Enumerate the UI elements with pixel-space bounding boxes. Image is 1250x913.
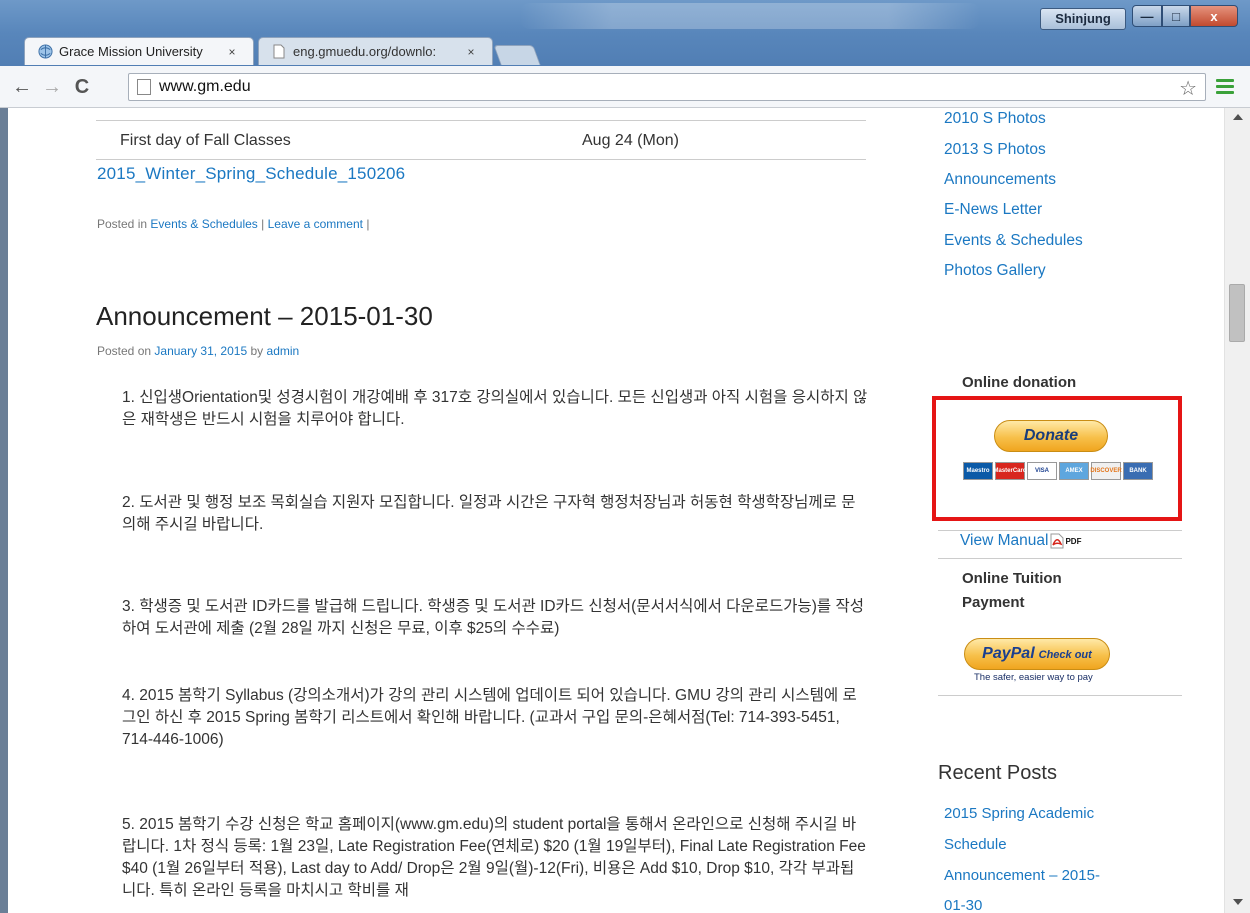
donate-button[interactable]: Donate bbox=[994, 420, 1108, 452]
announcement-item: 1. 신입생Orientation및 성경시험이 개강예배 후 317호 강의실… bbox=[122, 389, 868, 428]
close-window-button[interactable]: x bbox=[1190, 5, 1238, 27]
title-area bbox=[520, 3, 980, 29]
window-controls: — □ x bbox=[1132, 5, 1238, 29]
table-row bbox=[96, 108, 866, 121]
tab-strip: Grace Mission University × eng.gmuedu.or… bbox=[24, 37, 541, 65]
separator: | bbox=[362, 217, 370, 231]
author-link[interactable]: admin bbox=[267, 344, 300, 358]
tab-close-icon[interactable]: × bbox=[225, 45, 239, 59]
tab-title: Grace Mission University bbox=[59, 44, 203, 59]
view-manual[interactable]: View Manual PDF bbox=[960, 532, 1081, 550]
amex-card-icon: AMEX bbox=[1059, 462, 1089, 480]
user-badge[interactable]: Shinjung bbox=[1040, 8, 1126, 30]
payment-cards: Maestro MasterCard VISA AMEX DISCOVER BA… bbox=[963, 462, 1153, 480]
tuition-heading-line2: Payment bbox=[962, 594, 1025, 611]
announcement-item: 5. 2015 봄학기 수강 신청은 학교 홈페이지(www.gm.edu)의 … bbox=[122, 816, 866, 899]
post-meta: Posted on January 31, 2015 by admin bbox=[97, 344, 299, 358]
recent-post-link[interactable]: Schedule bbox=[944, 836, 1007, 853]
minimize-button[interactable]: — bbox=[1132, 5, 1162, 27]
paypal-brand: PayPal bbox=[982, 645, 1035, 662]
address-bar[interactable]: ☆ bbox=[128, 73, 1206, 101]
window-titlebar: Shinjung — □ x Grace Mission University … bbox=[0, 0, 1250, 76]
sidebar-link-2010-photos[interactable]: 2010 S Photos bbox=[944, 110, 1046, 128]
page-icon bbox=[137, 79, 151, 95]
sidebar-link-announcements[interactable]: Announcements bbox=[944, 171, 1056, 189]
sidebar-link-events[interactable]: Events & Schedules bbox=[944, 232, 1083, 250]
announcement-item: 3. 학생증 및 도서관 ID카드를 발급해 드립니다. 학생증 및 도서관 I… bbox=[122, 598, 864, 637]
tab-grace-mission[interactable]: Grace Mission University × bbox=[24, 37, 254, 65]
sidebar-link-enews[interactable]: E-News Letter bbox=[944, 201, 1042, 219]
post-title[interactable]: Announcement – 2015-01-30 bbox=[96, 301, 433, 332]
recent-post-link[interactable]: 01-30 bbox=[944, 897, 982, 913]
back-button[interactable]: ← bbox=[10, 75, 34, 99]
bookmark-star-icon[interactable]: ☆ bbox=[1179, 76, 1197, 101]
recent-posts-heading: Recent Posts bbox=[938, 762, 1057, 784]
new-tab-button[interactable] bbox=[493, 45, 541, 65]
pdf-label: PDF bbox=[1065, 536, 1082, 546]
paypal-action: Check out bbox=[1038, 649, 1092, 661]
paypal-checkout-button[interactable]: PayPal Check out bbox=[964, 638, 1110, 670]
leave-comment-link[interactable]: Leave a comment bbox=[268, 217, 363, 231]
schedule-date: Aug 24 (Mon) bbox=[582, 132, 679, 149]
by-label: by bbox=[250, 344, 264, 358]
tab-eng-gmuedu[interactable]: eng.gmuedu.org/downlo: × bbox=[258, 37, 493, 65]
globe-favicon-icon bbox=[37, 44, 53, 60]
announcement-item: 2. 도서관 및 행정 보조 목회실습 지원자 모집합니다. 일정과 시간은 구… bbox=[122, 494, 856, 533]
sidebar-divider bbox=[938, 558, 1182, 559]
sidebar-link-photos-gallery[interactable]: Photos Gallery bbox=[944, 262, 1046, 280]
mastercard-icon: MasterCard bbox=[994, 462, 1027, 480]
schedule-file-link[interactable]: 2015_Winter_Spring_Schedule_150206 bbox=[97, 164, 405, 184]
announcement-item: 4. 2015 봄학기 Syllabus (강의소개서)가 강의 관리 시스템에… bbox=[122, 687, 857, 748]
scrollbar-thumb[interactable] bbox=[1229, 284, 1245, 342]
scroll-up-arrow-icon[interactable] bbox=[1233, 114, 1243, 120]
forward-button[interactable]: → bbox=[40, 75, 64, 99]
post-date-link[interactable]: January 31, 2015 bbox=[154, 344, 247, 358]
maestro-card-icon: Maestro bbox=[963, 462, 993, 480]
tab-close-icon[interactable]: × bbox=[464, 45, 478, 59]
sidebar-divider bbox=[938, 530, 1182, 531]
browser-toolbar: ← → C ☆ bbox=[0, 66, 1250, 108]
view-manual-link[interactable]: View Manual bbox=[960, 532, 1048, 550]
page-favicon-icon bbox=[271, 44, 287, 60]
pdf-icon: PDF bbox=[1050, 533, 1081, 549]
url-input[interactable] bbox=[159, 78, 1205, 96]
donation-highlight-box bbox=[932, 396, 1182, 521]
sidebar-divider bbox=[938, 695, 1182, 696]
scroll-down-arrow-icon[interactable] bbox=[1233, 899, 1243, 905]
discover-card-icon: DISCOVER bbox=[1090, 462, 1122, 480]
posted-on-label: Posted on bbox=[97, 344, 152, 358]
menu-icon[interactable] bbox=[1216, 79, 1234, 95]
tuition-heading-line1: Online Tuition bbox=[962, 570, 1062, 587]
donation-heading: Online donation bbox=[962, 374, 1077, 391]
posted-in-label: Posted in bbox=[97, 217, 148, 231]
separator: | bbox=[257, 217, 268, 231]
bank-icon: BANK bbox=[1123, 462, 1153, 480]
table-row: First day of Fall Classes Aug 24 (Mon) bbox=[96, 122, 866, 160]
page-content: First day of Fall Classes Aug 24 (Mon) 2… bbox=[8, 108, 1224, 913]
maximize-button[interactable]: □ bbox=[1162, 5, 1190, 27]
reload-button[interactable]: C bbox=[70, 75, 94, 99]
category-link[interactable]: Events & Schedules bbox=[150, 217, 257, 231]
paypal-tagline: The safer, easier way to pay bbox=[974, 672, 1093, 683]
window-left-edge bbox=[0, 108, 8, 913]
recent-post-link[interactable]: 2015 Spring Academic bbox=[944, 805, 1094, 822]
sidebar-link-2013-photos[interactable]: 2013 S Photos bbox=[944, 141, 1046, 159]
schedule-event: First day of Fall Classes bbox=[120, 132, 291, 149]
visa-card-icon: VISA bbox=[1027, 462, 1057, 480]
post-footer: Posted in Events & Schedules | Leave a c… bbox=[97, 217, 369, 231]
tab-title: eng.gmuedu.org/downlo: bbox=[293, 44, 437, 59]
vertical-scrollbar[interactable] bbox=[1224, 108, 1250, 913]
recent-post-link[interactable]: Announcement – 2015- bbox=[944, 867, 1100, 884]
